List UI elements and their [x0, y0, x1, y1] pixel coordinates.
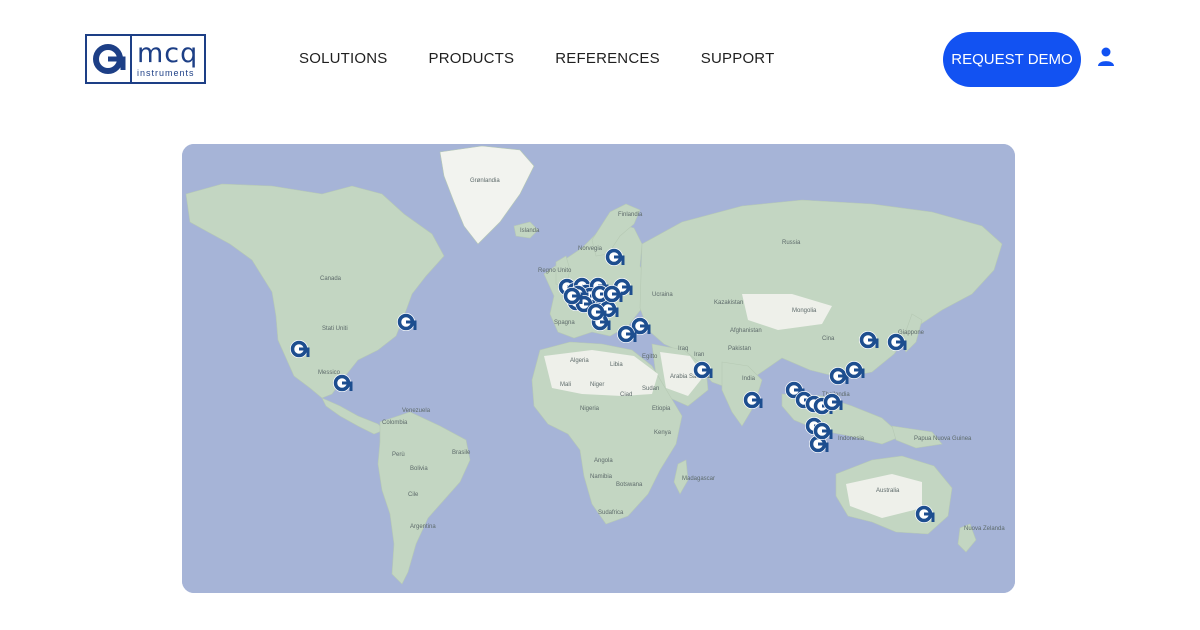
- mcq-location-pin-icon[interactable]: [887, 333, 907, 351]
- mcq-location-pin-icon[interactable]: [333, 374, 353, 392]
- map-label: Madagascar: [682, 476, 715, 482]
- map-label: Ciad: [620, 392, 632, 398]
- world-map[interactable]: Grønlandia Islanda Norvegia Finlandia Regno …: [182, 144, 1015, 593]
- map-label: Stati Uniti: [322, 326, 348, 332]
- map-label: Australia: [876, 488, 900, 494]
- map-label: Algeria: [570, 358, 589, 364]
- map-label: Kazakistan: [714, 300, 743, 306]
- main-nav: SOLUTIONS PRODUCTS REFERENCES SUPPORT: [299, 50, 815, 67]
- map-label: Libia: [610, 362, 623, 368]
- map-label: Kenya: [654, 430, 672, 436]
- mcq-location-pin-icon[interactable]: [813, 422, 833, 440]
- map-label: Norvegia: [578, 246, 603, 252]
- map-label: Cile: [408, 492, 419, 498]
- map-label: Papua Nuova Guinea: [914, 436, 972, 442]
- logo-main-text: mcq: [137, 37, 199, 69]
- site-header: mcq instruments SOLUTIONS PRODUCTS REFER…: [0, 0, 1200, 120]
- map-label: Grønlandia: [470, 178, 500, 184]
- mcq-location-pin-icon[interactable]: [915, 505, 935, 523]
- map-label: Namibia: [590, 474, 613, 480]
- map-label: Etiopia: [652, 406, 671, 412]
- nav-references[interactable]: REFERENCES: [555, 50, 660, 67]
- map-label: Niger: [590, 382, 604, 388]
- mcq-location-pin-icon[interactable]: [563, 287, 583, 305]
- mcq-location-pin-icon[interactable]: [743, 391, 763, 409]
- map-label: Sudan: [642, 386, 659, 392]
- logo-wordmark: mcq instruments: [132, 36, 204, 82]
- map-label: Finlandia: [618, 212, 643, 218]
- mcq-location-pin-icon[interactable]: [823, 393, 843, 411]
- map-label: Ucraina: [652, 292, 673, 298]
- map-label: Perù: [392, 452, 405, 458]
- mcq-location-pin-icon[interactable]: [603, 285, 623, 303]
- mcq-location-pin-icon[interactable]: [693, 361, 713, 379]
- mcq-location-pin-icon[interactable]: [587, 303, 607, 321]
- map-label: India: [742, 376, 756, 382]
- brand-logo[interactable]: mcq instruments: [85, 34, 206, 84]
- map-label: Pakistan: [728, 346, 751, 352]
- nav-support[interactable]: SUPPORT: [701, 50, 775, 67]
- map-label: Afghanistan: [730, 328, 762, 334]
- map-label: Brasile: [452, 450, 471, 456]
- mcq-location-pin-icon[interactable]: [859, 331, 879, 349]
- map-label: Cina: [822, 336, 835, 342]
- map-label: Canada: [320, 276, 342, 282]
- mcq-location-pin-icon[interactable]: [845, 361, 865, 379]
- user-icon[interactable]: [1097, 47, 1115, 67]
- map-label: Mali: [560, 382, 571, 388]
- map-label: Messico: [318, 370, 341, 376]
- map-label: Argentina: [410, 524, 436, 530]
- mcq-location-pin-icon[interactable]: [617, 325, 637, 343]
- map-label: Mongolia: [792, 308, 817, 314]
- nav-solutions[interactable]: SOLUTIONS: [299, 50, 387, 67]
- logo-sub-text: instruments: [137, 67, 195, 78]
- map-label: Iraq: [678, 346, 688, 352]
- map-label: Indonesia: [838, 436, 865, 442]
- map-label: Nigeria: [580, 406, 600, 412]
- mcq-location-pin-icon[interactable]: [290, 340, 310, 358]
- map-label: Spagna: [554, 320, 575, 326]
- map-label: Giappone: [898, 330, 925, 336]
- map-label: Angola: [594, 458, 613, 464]
- map-label: Nuova Zelanda: [964, 526, 1005, 532]
- map-label: Sudafrica: [598, 510, 624, 516]
- nav-products[interactable]: PRODUCTS: [428, 50, 514, 67]
- map-label: Venezuela: [402, 408, 431, 414]
- mcq-logo-icon: [87, 36, 132, 82]
- map-label: Bolivia: [410, 466, 428, 472]
- mcq-location-pin-icon[interactable]: [397, 313, 417, 331]
- mcq-location-pin-icon[interactable]: [605, 248, 625, 266]
- map-label: Egitto: [642, 354, 658, 360]
- map-label: Islanda: [520, 228, 540, 234]
- request-demo-button[interactable]: REQUEST DEMO: [943, 32, 1081, 87]
- mcq-location-pin-icon[interactable]: [829, 367, 849, 385]
- map-label: Colombia: [382, 420, 408, 426]
- map-label: Iran: [694, 352, 704, 358]
- map-label: Russia: [782, 240, 801, 246]
- map-label: Botswana: [616, 482, 643, 488]
- map-label: Regno Unito: [538, 268, 572, 274]
